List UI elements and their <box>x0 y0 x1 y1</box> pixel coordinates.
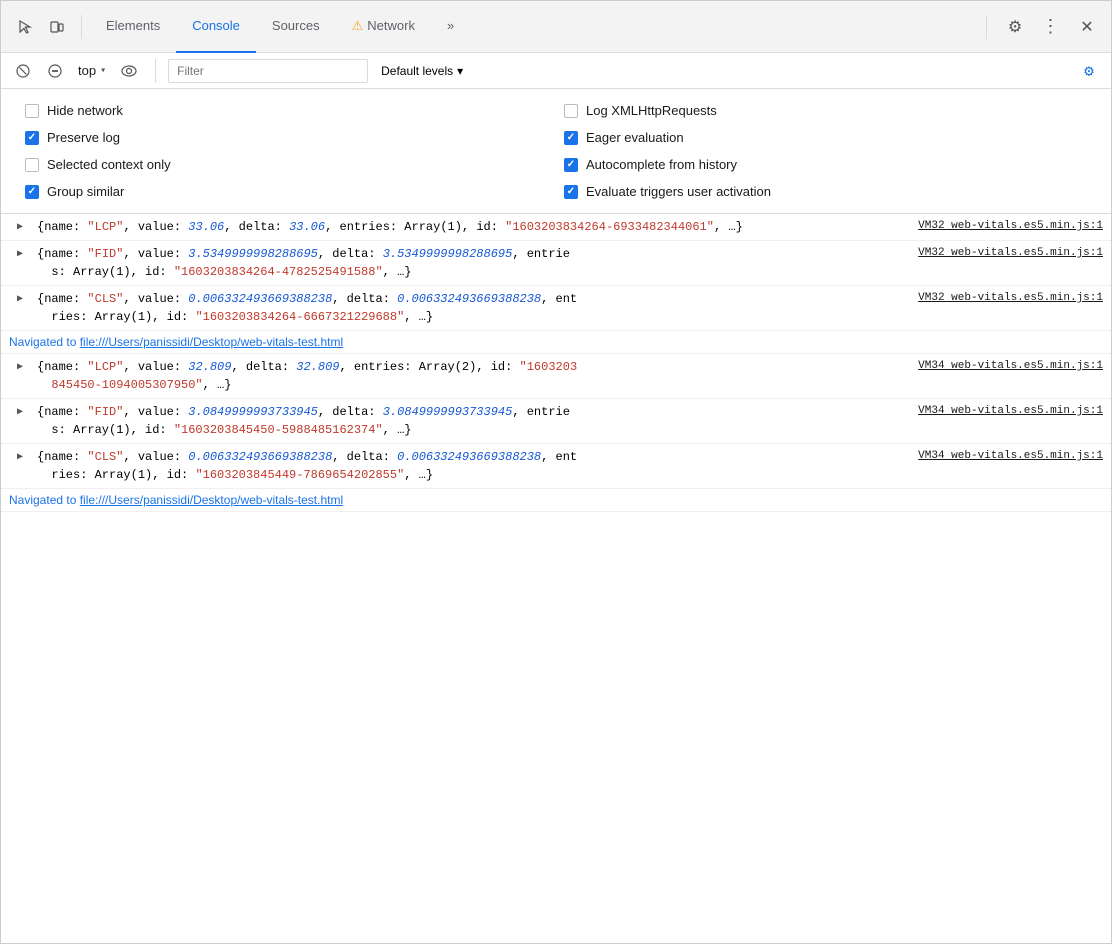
nav-text-1: Navigated to <box>9 335 80 349</box>
context-selector[interactable]: top ▾ <box>73 59 111 83</box>
levels-label: Default levels <box>381 64 453 78</box>
eye-icon-btn[interactable] <box>115 57 143 85</box>
console-entry-cls1: ▶ VM32 web-vitals.es5.min.js:1 {name: "C… <box>1 286 1111 331</box>
console-entry-lcp1: ▶ VM32 web-vitals.es5.min.js:1 {name: "L… <box>1 214 1111 241</box>
tab-network[interactable]: ⚠ Network <box>336 1 431 53</box>
tab-console-label: Console <box>192 18 240 33</box>
group-similar-checkbox[interactable] <box>25 185 39 199</box>
nav-entry-2: Navigated to file:///Users/panissidi/Des… <box>1 489 1111 512</box>
expand-arrow-cls1[interactable]: ▶ <box>17 292 23 307</box>
file-link-fid2[interactable]: VM34 web-vitals.es5.min.js:1 <box>918 403 1103 420</box>
levels-arrow: ▾ <box>457 64 463 78</box>
hide-network-checkbox[interactable] <box>25 104 39 118</box>
file-link-lcp2[interactable]: VM34 web-vitals.es5.min.js:1 <box>918 358 1103 375</box>
file-link-fid1[interactable]: VM32 web-vitals.es5.min.js:1 <box>918 245 1103 262</box>
file-link-lcp1[interactable]: VM32 web-vitals.es5.min.js:1 <box>918 218 1103 235</box>
more-options-btn[interactable]: ⋮ <box>1035 11 1067 43</box>
tab-elements-label: Elements <box>106 18 160 33</box>
toolbar-right: ⚙ ⋮ ✕ <box>978 11 1103 43</box>
checkbox-autocomplete[interactable]: Autocomplete from history <box>556 151 1095 178</box>
checkbox-group-similar[interactable]: Group similar <box>17 178 556 205</box>
filter-input[interactable] <box>168 59 368 83</box>
console-output: ▶ VM32 web-vitals.es5.min.js:1 {name: "L… <box>1 214 1111 512</box>
clear-console-btn[interactable] <box>9 57 37 85</box>
checkbox-evaluate-triggers[interactable]: Evaluate triggers user activation <box>556 178 1095 205</box>
gear-icon: ⚙ <box>1008 17 1022 37</box>
checkbox-log-xml[interactable]: Log XMLHttpRequests <box>556 97 1095 124</box>
more-dots-icon: ⋮ <box>1042 16 1061 37</box>
expand-arrow-lcp2[interactable]: ▶ <box>17 360 23 375</box>
group-similar-label: Group similar <box>47 184 124 199</box>
file-link-cls1[interactable]: VM32 web-vitals.es5.min.js:1 <box>918 290 1103 307</box>
divider3 <box>155 59 156 83</box>
nav-link-2[interactable]: file:///Users/panissidi/Desktop/web-vita… <box>80 493 343 507</box>
expand-arrow-fid2[interactable]: ▶ <box>17 405 23 420</box>
checkbox-preserve-log[interactable]: Preserve log <box>17 124 556 151</box>
tab-elements[interactable]: Elements <box>90 1 176 53</box>
dropdown-arrow: ▾ <box>100 65 106 76</box>
console-toolbar: top ▾ Default levels ▾ ⚙ <box>1 53 1111 89</box>
autocomplete-checkbox[interactable] <box>564 158 578 172</box>
console-entry-fid2: ▶ VM34 web-vitals.es5.min.js:1 {name: "F… <box>1 399 1111 444</box>
eager-eval-checkbox[interactable] <box>564 131 578 145</box>
log-xml-checkbox[interactable] <box>564 104 578 118</box>
tab-sources-label: Sources <box>272 18 320 33</box>
divider2 <box>986 15 987 39</box>
hide-network-label: Hide network <box>47 103 123 118</box>
expand-arrow-fid1[interactable]: ▶ <box>17 247 23 262</box>
more-tabs-icon: » <box>447 18 454 33</box>
nav-text-2: Navigated to <box>9 493 80 507</box>
log-levels-btn[interactable]: Default levels ▾ <box>372 59 472 83</box>
expand-arrow-cls2[interactable]: ▶ <box>17 450 23 465</box>
console-entry-fid1: ▶ VM32 web-vitals.es5.min.js:1 {name: "F… <box>1 241 1111 286</box>
autocomplete-label: Autocomplete from history <box>586 157 737 172</box>
console-settings-panel: Hide network Log XMLHttpRequests Preserv… <box>1 89 1111 214</box>
console-entry-cls2: ▶ VM34 web-vitals.es5.min.js:1 {name: "C… <box>1 444 1111 489</box>
cursor-icon-btn[interactable] <box>9 11 41 43</box>
tab-more[interactable]: » <box>431 1 470 53</box>
divider1 <box>81 15 82 39</box>
evaluate-triggers-label: Evaluate triggers user activation <box>586 184 771 199</box>
warning-icon: ⚠ <box>352 18 364 34</box>
selected-context-checkbox[interactable] <box>25 158 39 172</box>
console-entry-lcp2: ▶ VM34 web-vitals.es5.min.js:1 {name: "L… <box>1 354 1111 399</box>
log-xml-label: Log XMLHttpRequests <box>586 103 717 118</box>
selected-context-label: Selected context only <box>47 157 171 172</box>
preserve-log-label: Preserve log <box>47 130 120 145</box>
file-link-cls2[interactable]: VM34 web-vitals.es5.min.js:1 <box>918 448 1103 465</box>
main-toolbar: Elements Console Sources ⚠ Network » ⚙ ⋮… <box>1 1 1111 53</box>
nav-link-1[interactable]: file:///Users/panissidi/Desktop/web-vita… <box>80 335 343 349</box>
checkbox-selected-context[interactable]: Selected context only <box>17 151 556 178</box>
block-network-btn[interactable] <box>41 57 69 85</box>
settings-btn[interactable]: ⚙ <box>999 11 1031 43</box>
close-devtools-btn[interactable]: ✕ <box>1071 11 1103 43</box>
preserve-log-checkbox[interactable] <box>25 131 39 145</box>
nav-entry-1: Navigated to file:///Users/panissidi/Des… <box>1 331 1111 354</box>
tab-network-label: Network <box>367 18 415 33</box>
device-toolbar-btn[interactable] <box>41 11 73 43</box>
evaluate-triggers-checkbox[interactable] <box>564 185 578 199</box>
console-gear-icon: ⚙ <box>1084 61 1094 80</box>
eager-eval-label: Eager evaluation <box>586 130 684 145</box>
checkbox-eager-eval[interactable]: Eager evaluation <box>556 124 1095 151</box>
console-settings-btn[interactable]: ⚙ <box>1075 57 1103 85</box>
checkbox-hide-network[interactable]: Hide network <box>17 97 556 124</box>
context-value: top <box>78 63 96 78</box>
close-icon: ✕ <box>1080 17 1093 37</box>
expand-arrow-lcp1[interactable]: ▶ <box>17 220 23 235</box>
tab-console[interactable]: Console <box>176 1 256 53</box>
tab-sources[interactable]: Sources <box>256 1 336 53</box>
